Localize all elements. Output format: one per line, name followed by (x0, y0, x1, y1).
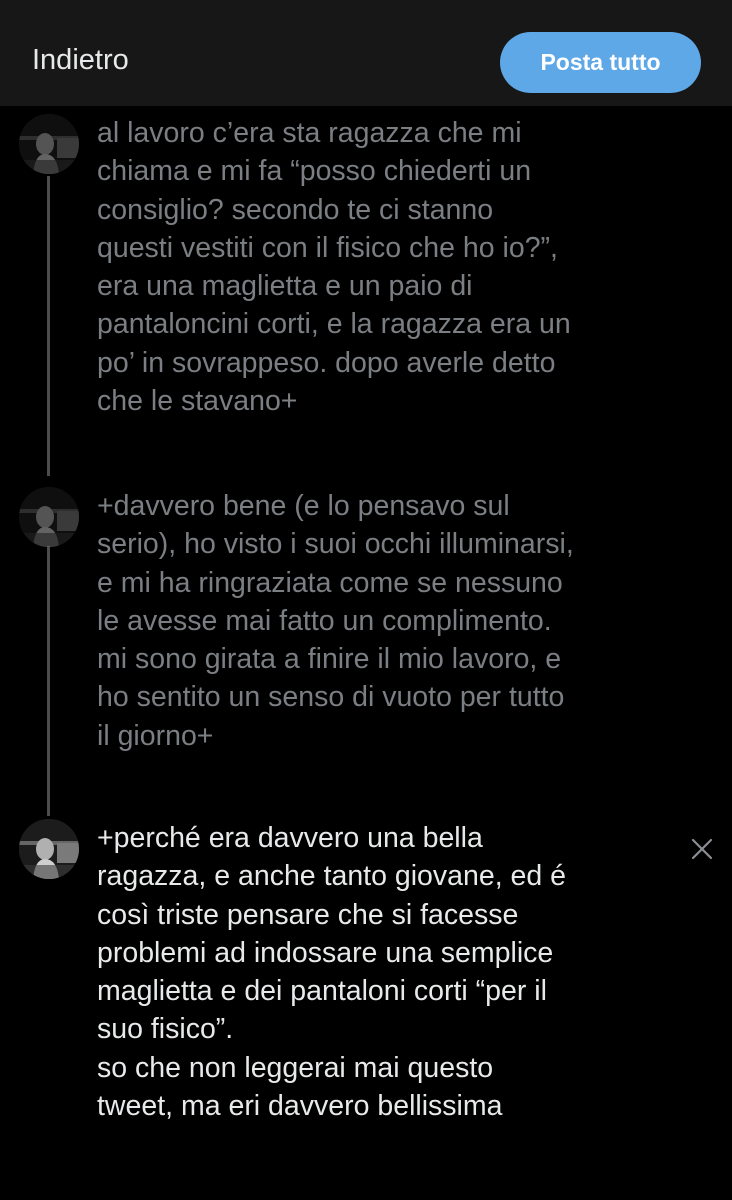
post-all-button[interactable]: Posta tutto (500, 32, 701, 93)
close-icon[interactable] (690, 837, 714, 861)
compose-header: Indietro Posta tutto (0, 0, 732, 106)
tweet-text[interactable]: al lavoro c’era sta ragazza che mi chiam… (97, 114, 677, 420)
thread-tweet[interactable]: +davvero bene (e lo pensavo sul serio), … (0, 487, 732, 787)
tweet-text[interactable]: +davvero bene (e lo pensavo sul serio), … (97, 487, 677, 755)
tweet-text[interactable]: +perché era davvero una bella ragazza, e… (97, 819, 677, 1125)
avatar[interactable] (19, 114, 79, 174)
avatar[interactable] (19, 819, 79, 879)
avatar[interactable] (19, 487, 79, 547)
thread-tweet[interactable]: al lavoro c’era sta ragazza che mi chiam… (0, 114, 732, 444)
back-button[interactable]: Indietro (32, 44, 129, 77)
thread-tweet-active[interactable]: +perché era davvero una bella ragazza, e… (0, 819, 732, 1159)
thread-composer: al lavoro c’era sta ragazza che mi chiam… (0, 106, 732, 1200)
